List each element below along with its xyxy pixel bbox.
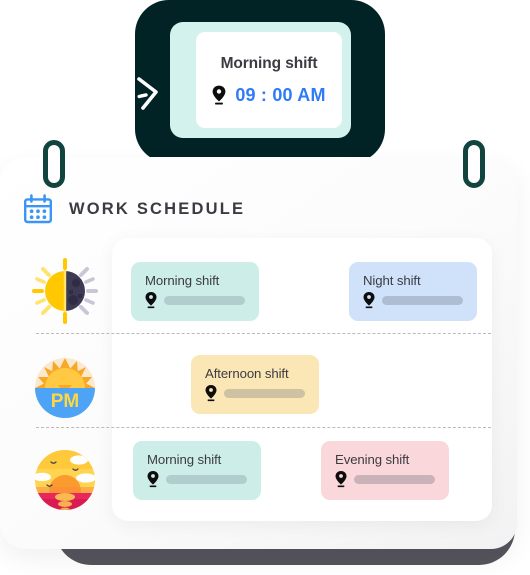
shift-chip-label: Morning shift — [147, 452, 222, 467]
tooltip-time-value: 09 : 00 AM — [235, 84, 326, 105]
row-divider — [36, 333, 491, 334]
clip-left — [43, 140, 65, 188]
shift-chip-placeholder-bar — [224, 388, 305, 398]
shift-chip-meta — [205, 384, 305, 402]
location-pin-icon — [335, 470, 347, 488]
pm-sun-icon: PM — [35, 358, 95, 418]
shift-chip[interactable]: Morning shift — [131, 262, 259, 321]
shift-chip-meta — [147, 470, 247, 488]
shift-chip-label: Evening shift — [335, 452, 410, 467]
shift-chip[interactable]: Morning shift — [133, 441, 261, 500]
calendar-icon — [24, 194, 53, 224]
panel-header: WORK SCHEDULE — [22, 193, 245, 225]
location-pin-icon — [145, 291, 157, 309]
shift-chip-placeholder-bar — [164, 295, 245, 305]
shift-chip-label: Morning shift — [145, 273, 220, 288]
location-pin-icon — [205, 384, 217, 402]
sunset-icon — [35, 450, 95, 510]
shift-chip-meta — [335, 470, 435, 488]
shift-chip-label: Night shift — [363, 273, 421, 288]
shift-chip-placeholder-bar — [382, 295, 463, 305]
page-title: WORK SCHEDULE — [69, 199, 246, 218]
location-pin-icon — [147, 470, 159, 488]
clip-right — [463, 140, 485, 188]
sun-behind-moon-icon — [32, 258, 98, 324]
shift-tooltip-card[interactable]: Morning shift 09 : 00 AM — [196, 32, 342, 128]
shift-chip-placeholder-bar — [354, 474, 435, 484]
shift-chip[interactable]: Night shift — [349, 262, 477, 321]
shift-chip-label: Afternoon shift — [205, 366, 289, 381]
shift-chip-meta — [363, 291, 463, 309]
row-divider — [36, 427, 491, 428]
tooltip-time-row: 09 : 00 AM — [212, 85, 325, 106]
shift-chip[interactable]: Afternoon shift — [191, 355, 319, 414]
location-pin-icon — [212, 85, 226, 105]
shift-chip-placeholder-bar — [166, 474, 247, 484]
shift-chip-meta — [145, 291, 245, 309]
location-pin-icon — [363, 291, 375, 309]
svg-text:PM: PM — [51, 391, 80, 412]
tooltip-title: Morning shift — [220, 54, 318, 72]
shift-chip[interactable]: Evening shift — [321, 441, 449, 500]
